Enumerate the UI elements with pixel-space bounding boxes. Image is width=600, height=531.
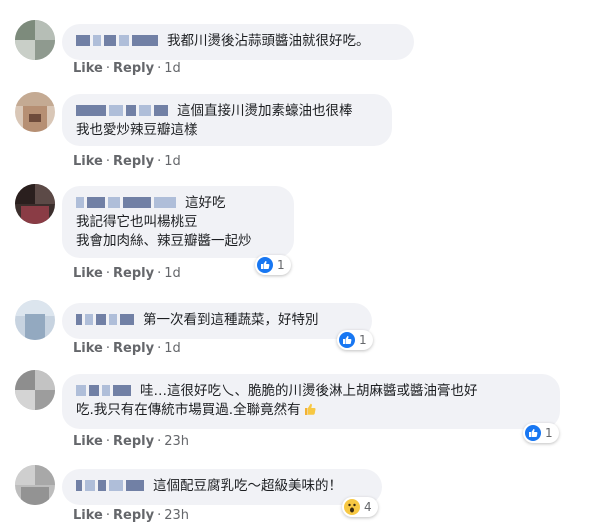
avatar[interactable]: [15, 465, 55, 505]
reaction-count: 1: [545, 426, 553, 440]
like-link[interactable]: Like: [73, 61, 103, 76]
thumbs-up-icon: [525, 425, 541, 441]
reply-link[interactable]: Reply: [113, 508, 154, 523]
reaction-badge[interactable]: 1: [255, 255, 291, 275]
comment-actions: Like · Reply · 1d: [73, 341, 181, 356]
commenter-name[interactable]: [76, 385, 134, 397]
reaction-count: 1: [277, 258, 285, 272]
avatar[interactable]: [15, 92, 55, 132]
like-link[interactable]: Like: [73, 154, 103, 169]
thumbs-up-icon: [339, 332, 355, 348]
reply-link[interactable]: Reply: [113, 434, 154, 449]
like-link[interactable]: Like: [73, 434, 103, 449]
reaction-count: 4: [364, 500, 372, 514]
timestamp[interactable]: 23h: [164, 434, 189, 449]
top-cutoff-area: [0, 0, 600, 6]
like-link[interactable]: Like: [73, 266, 103, 281]
timestamp[interactable]: 1d: [164, 154, 181, 169]
reply-link[interactable]: Reply: [113, 154, 154, 169]
avatar[interactable]: [15, 370, 55, 410]
wow-face-icon: [344, 499, 360, 515]
avatar[interactable]: [15, 20, 55, 60]
commenter-name[interactable]: [76, 105, 171, 117]
comment-bubble: 這個直接川燙加素蠔油也很棒 我也愛炒辣豆瓣這樣: [62, 94, 392, 146]
reply-link[interactable]: Reply: [113, 266, 154, 281]
comment-text: 哇…這很好吃乀、脆脆的川燙後淋上胡麻醬或醬油膏也好 吃.我只有在傳統市場買過.全…: [76, 383, 478, 418]
timestamp[interactable]: 1d: [164, 266, 181, 281]
timestamp[interactable]: 1d: [164, 341, 181, 356]
avatar[interactable]: [15, 184, 55, 224]
commenter-name[interactable]: [76, 35, 161, 47]
reply-link[interactable]: Reply: [113, 341, 154, 356]
comment-bubble: 這好吃 我記得它也叫楊桃豆 我會加肉絲、辣豆瓣醬一起炒: [62, 186, 294, 258]
commenter-name[interactable]: [76, 197, 179, 209]
comment-actions: Like · Reply · 1d: [73, 266, 181, 281]
reaction-badge[interactable]: 4: [342, 497, 378, 517]
reply-link[interactable]: Reply: [113, 61, 154, 76]
thumbs-up-icon: [257, 257, 273, 273]
reaction-count: 1: [359, 333, 367, 347]
like-link[interactable]: Like: [73, 508, 103, 523]
timestamp[interactable]: 1d: [164, 61, 181, 76]
comment-bubble: 這個配豆腐乳吃～超級美味的！: [62, 469, 382, 505]
avatar[interactable]: [15, 300, 55, 340]
like-link[interactable]: Like: [73, 341, 103, 356]
comment-bubble: 哇…這很好吃乀、脆脆的川燙後淋上胡麻醬或醬油膏也好 吃.我只有在傳統市場買過.全…: [62, 374, 560, 429]
comment-actions: Like · Reply · 23h: [73, 508, 189, 523]
comment-bubble: 第一次看到這種蔬菜，好特別: [62, 303, 372, 339]
commenter-name[interactable]: [76, 314, 137, 326]
thumbs-up-emoji: [303, 401, 317, 420]
comment-actions: Like · Reply · 23h: [73, 434, 189, 449]
timestamp[interactable]: 23h: [164, 508, 189, 523]
comment-bubble: 我都川燙後沾蒜頭醬油就很好吃。: [62, 24, 414, 60]
reaction-badge[interactable]: 1: [523, 423, 559, 443]
commenter-name[interactable]: [76, 480, 147, 492]
comment-text: 這個配豆腐乳吃～超級美味的！: [153, 478, 342, 494]
comment-text: 第一次看到這種蔬菜，好特別: [143, 312, 319, 328]
reaction-badge[interactable]: 1: [337, 330, 373, 350]
comment-text: 我都川燙後沾蒜頭醬油就很好吃。: [167, 33, 370, 49]
comment-actions: Like · Reply · 1d: [73, 61, 181, 76]
comment-actions: Like · Reply · 1d: [73, 154, 181, 169]
